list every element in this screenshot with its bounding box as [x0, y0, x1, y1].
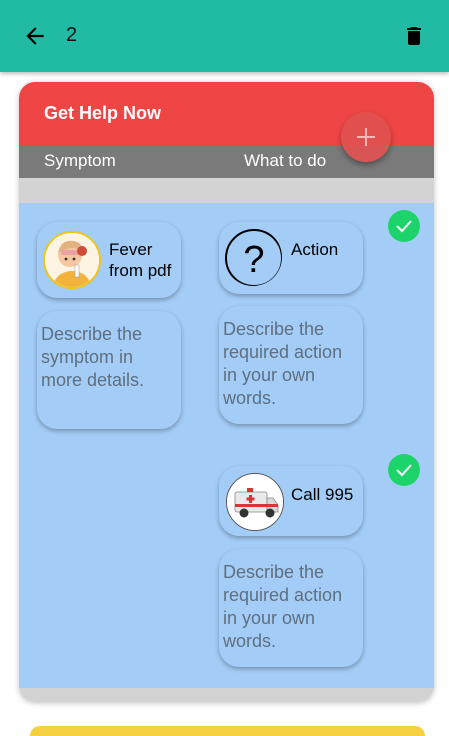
check-icon[interactable] [388, 454, 420, 486]
column-action-label: What to do [244, 151, 327, 170]
card-title: Get Help Now [44, 103, 162, 123]
check-icon[interactable] [388, 210, 420, 242]
action-chip[interactable]: Call 995 [219, 466, 363, 536]
action-chip[interactable]: ? Action [219, 222, 363, 294]
bottom-band [19, 688, 434, 702]
page-title: 2 [66, 24, 78, 46]
plus-icon [357, 128, 375, 146]
next-card-edge [30, 726, 425, 736]
action-description-field[interactable]: Describe the required action in your own… [219, 306, 363, 424]
sick-person-icon [43, 231, 101, 289]
svg-text:?: ? [243, 239, 264, 281]
action-label: Action [291, 240, 339, 259]
action-description-field[interactable]: Describe the required action in your own… [219, 549, 363, 667]
symptom-label-line2: from pdf [109, 261, 172, 280]
symptom-chip[interactable]: Fever from pdf [37, 222, 181, 298]
app-bar: 2 [0, 0, 449, 72]
column-symptom-label: Symptom [44, 151, 116, 170]
trash-icon[interactable] [402, 23, 426, 49]
ambulance-icon [226, 473, 284, 531]
symptom-description-field[interactable]: Describe the symptom in more details. [37, 311, 181, 429]
divider-band [19, 178, 434, 203]
arrow-back-icon[interactable] [22, 23, 48, 49]
action-label: Call 995 [291, 485, 354, 504]
symptom-label-line1: Fever [109, 240, 153, 259]
question-mark-icon: ? [224, 228, 282, 286]
add-button[interactable] [341, 112, 391, 162]
